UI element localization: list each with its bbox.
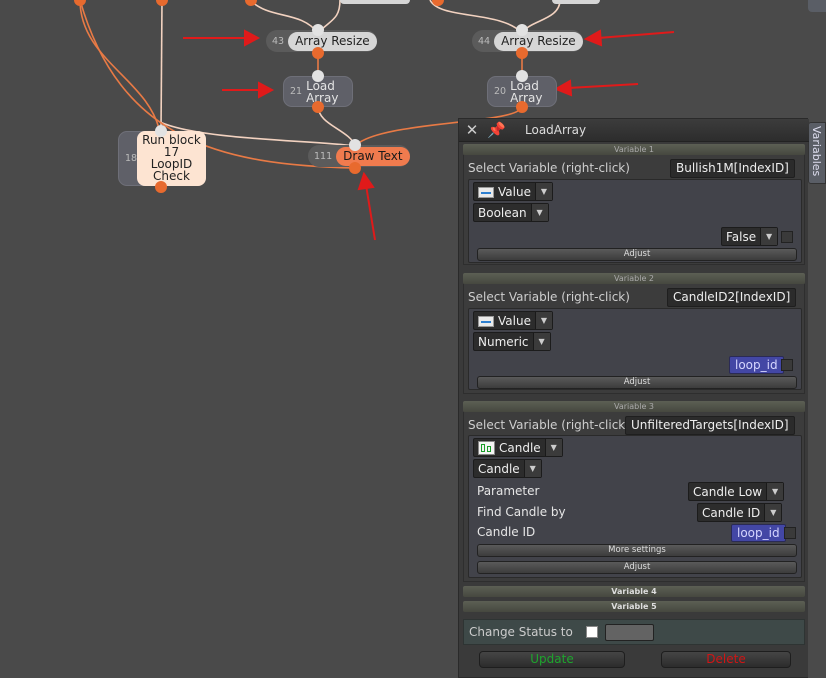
find-candle-by-label: Find Candle by — [477, 505, 566, 519]
source-type-dropdown[interactable]: Value ▼ — [473, 182, 553, 201]
delete-button[interactable]: Delete — [661, 651, 791, 668]
checkbox[interactable] — [781, 231, 793, 243]
parameter-dropdown[interactable]: Candle Low ▼ — [688, 482, 785, 501]
node-number: 43 — [272, 35, 285, 47]
variable-settings: Value ▼ Boolean ▼ False ▼ Adjust — [468, 179, 802, 263]
adjust-button[interactable]: Adjust — [477, 561, 797, 574]
chevron-down-icon: ▼ — [544, 439, 562, 456]
variable-name-field[interactable]: CandleID2[IndexID] — [667, 288, 797, 307]
annotation-arrow — [357, 171, 376, 241]
output-port[interactable] — [349, 162, 361, 174]
variable-3-section: Select Variable (right-click) Unfiltered… — [463, 412, 805, 582]
output-port[interactable] — [155, 181, 167, 193]
node-label: Array Resize — [494, 31, 583, 51]
panel-header[interactable]: ✕ 📌 LoadArray — [459, 119, 809, 142]
input-port[interactable] — [312, 70, 324, 82]
adjust-button[interactable]: Adjust — [477, 376, 797, 389]
partial-node[interactable] — [340, 0, 410, 4]
node-label: Draw Text — [336, 146, 410, 166]
chevron-down-icon: ▼ — [764, 504, 782, 521]
pin-icon[interactable]: 📌 — [487, 122, 506, 139]
variable-4-header[interactable]: Variable 4 — [463, 586, 805, 597]
partial-node[interactable] — [552, 0, 600, 4]
numeric-value-field[interactable]: loop_id — [729, 356, 784, 374]
panel-title: LoadArray — [525, 123, 587, 137]
input-port[interactable] — [516, 70, 528, 82]
data-type-dropdown[interactable]: Boolean ▼ — [473, 203, 549, 222]
node-array-resize-44[interactable]: 44 Array Resize — [472, 30, 583, 52]
chevron-down-icon: ▼ — [530, 204, 548, 221]
candle-icon — [478, 441, 495, 455]
output-port[interactable] — [312, 101, 324, 113]
wire — [249, 0, 319, 34]
source-type-dropdown[interactable]: Candle ▼ — [473, 438, 563, 457]
input-port[interactable] — [516, 24, 528, 36]
change-status-checkbox[interactable] — [586, 626, 598, 638]
node-run-block-18[interactable]: 18 Run block 17 LoopID Check — [118, 131, 206, 186]
boolean-value-dropdown[interactable]: False ▼ — [721, 227, 779, 246]
more-settings-button[interactable]: More settings — [477, 544, 797, 557]
data-type-dropdown[interactable]: Candle ▼ — [473, 459, 542, 478]
node-label: Load Array — [510, 78, 543, 105]
variable-5-header[interactable]: Variable 5 — [463, 601, 805, 612]
node-number: 111 — [314, 150, 333, 162]
input-port[interactable] — [349, 139, 361, 151]
change-status-row: Change Status to — [463, 619, 805, 645]
chevron-down-icon: ▼ — [766, 483, 784, 500]
output-port[interactable] — [516, 101, 528, 113]
chevron-down-icon: ▼ — [534, 183, 552, 200]
input-port[interactable] — [155, 125, 167, 137]
node-label: Array Resize — [288, 31, 377, 51]
wire — [429, 0, 523, 34]
annotation-arrow — [222, 81, 275, 99]
status-color-swatch[interactable] — [605, 624, 654, 641]
output-port[interactable] — [312, 47, 324, 59]
output-port[interactable] — [516, 47, 528, 59]
candle-id-field[interactable]: loop_id — [731, 524, 786, 542]
node-number: 21 — [290, 86, 303, 97]
variable-settings: Value ▼ Numeric ▼ loop_id Adjust — [468, 308, 802, 390]
chevron-down-icon: ▼ — [523, 460, 541, 477]
variable-1-header[interactable]: Variable 1 — [463, 144, 805, 155]
checkbox[interactable] — [781, 359, 793, 371]
select-variable-label: Select Variable (right-click) — [468, 161, 630, 175]
data-type-dropdown[interactable]: Numeric ▼ — [473, 332, 551, 351]
variable-name-field[interactable]: UnfilteredTargets[IndexID] — [625, 416, 795, 435]
chevron-down-icon: ▼ — [534, 312, 552, 329]
checkbox[interactable] — [784, 527, 796, 539]
value-icon — [478, 315, 494, 327]
parameter-label: Parameter — [477, 484, 540, 498]
chevron-down-icon: ▼ — [532, 333, 550, 350]
variable-3-header[interactable]: Variable 3 — [463, 401, 805, 412]
value-icon — [478, 186, 494, 198]
variable-1-section: Select Variable (right-click) Bullish1M[… — [463, 155, 805, 265]
variable-name-field[interactable]: Bullish1M[IndexID] — [670, 159, 795, 178]
change-status-label: Change Status to — [469, 625, 573, 639]
find-candle-by-dropdown[interactable]: Candle ID ▼ — [697, 503, 783, 522]
select-variable-label: Select Variable (right-click) — [468, 418, 630, 432]
collapsed-panel-tab[interactable] — [808, 0, 826, 12]
source-type-dropdown[interactable]: Value ▼ — [473, 311, 553, 330]
adjust-button[interactable]: Adjust — [477, 248, 797, 261]
node-label: Load Array — [306, 78, 339, 105]
update-button[interactable]: Update — [479, 651, 625, 668]
variable-settings: Candle ▼ Candle ▼ Parameter Candle Low ▼… — [468, 435, 802, 578]
node-label: Run block 17 LoopID Check — [137, 131, 206, 186]
candle-id-label: Candle ID — [477, 525, 536, 539]
annotation-arrow — [183, 29, 261, 47]
close-icon[interactable]: ✕ — [463, 122, 481, 139]
variables-tab[interactable]: Variables — [808, 122, 826, 184]
node-number: 44 — [478, 35, 491, 47]
wire — [317, 105, 356, 147]
chevron-down-icon: ▼ — [760, 228, 778, 245]
input-port[interactable] — [312, 24, 324, 36]
annotation-arrow — [583, 29, 675, 47]
annotation-arrow — [553, 79, 639, 97]
node-number: 20 — [494, 86, 507, 97]
wire — [160, 0, 163, 134]
select-variable-label: Select Variable (right-click) — [468, 290, 630, 304]
load-array-panel: ✕ 📌 LoadArray Variable 1 Select Variable… — [458, 118, 809, 678]
variable-2-header[interactable]: Variable 2 — [463, 273, 805, 284]
variable-2-section: Select Variable (right-click) CandleID2[… — [463, 284, 805, 394]
